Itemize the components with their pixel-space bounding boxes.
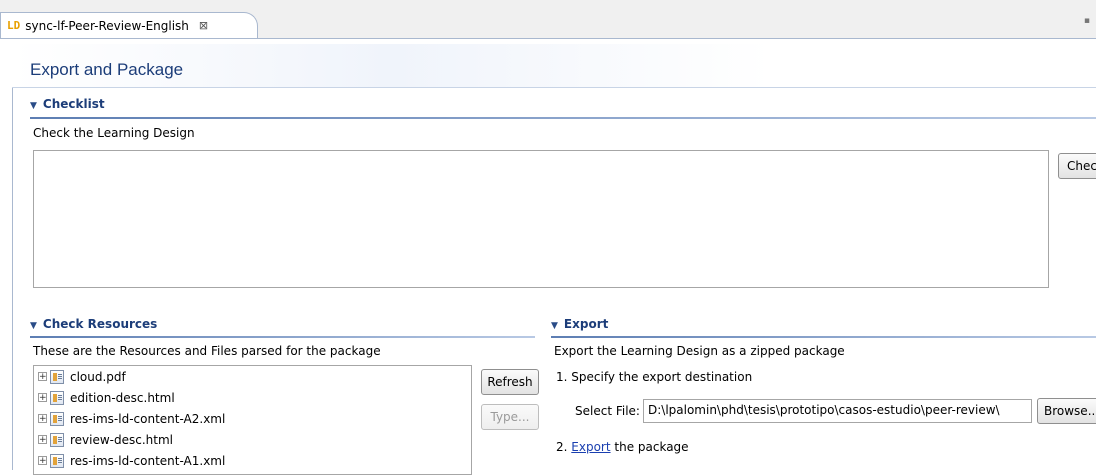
export-header-label: Export [563,317,609,331]
collapse-triangle-icon[interactable]: ▼ [30,101,37,111]
checklist-header-underline [30,117,1096,119]
checklist-description: Check the Learning Design [33,126,195,140]
resources-header-label: Check Resources [42,317,158,331]
file-icon [50,369,64,384]
checklist-section-header[interactable]: ▼ Checklist [30,97,105,111]
export-section-header[interactable]: ▼ Export [551,317,608,331]
expand-icon[interactable]: + [38,435,47,445]
check-button[interactable]: Chec [1058,153,1096,179]
tree-item-label: cloud.pdf [70,369,126,384]
select-file-label: Select File: [575,404,640,418]
editor-tab-bar: LD sync-lf-Peer-Review-English ⊠ ▪ [0,0,1096,39]
tree-item-label: review-desc.html [70,432,174,447]
tree-item-label: res-ims-ld-content-A2.xml [70,411,226,426]
tree-item-label: edition-desc.html [70,390,175,405]
type-button[interactable]: Type... [481,404,539,430]
expand-icon[interactable]: + [38,414,47,424]
page-title: Export and Package [30,60,184,79]
export-header-underline [551,336,1096,338]
checklist-header-label: Checklist [42,97,105,111]
file-icon [50,390,64,405]
export-step-1: 1. Specify the export destination [556,370,753,384]
step-2-text: the package [614,440,689,454]
file-icon [50,453,64,468]
resources-description: These are the Resources and Files parsed… [33,344,381,358]
tree-item[interactable]: + res-ims-ld-content-A2.xml [34,408,471,429]
export-description: Export the Learning Design as a zipped p… [554,344,845,358]
tree-item[interactable]: + cloud.pdf [34,366,471,387]
tree-item[interactable]: + edition-desc.html [34,387,471,408]
tree-item[interactable]: + res-ims-ld-content-A1.xml [34,450,471,471]
browse-button[interactable]: Browse... [1037,398,1096,424]
close-icon[interactable]: ⊠ [199,19,208,32]
form-left-border [12,44,13,470]
resources-tree[interactable]: + cloud.pdf + edition-desc.html + res-im… [33,365,472,475]
expand-icon[interactable]: + [38,456,47,466]
tree-item-label: res-ims-ld-content-A1.xml [70,453,226,468]
file-icon [50,432,64,447]
export-path-field[interactable]: D:\lpalomin\phd\tesis\prototipo\casos-es… [643,399,1032,423]
tab-title: sync-lf-Peer-Review-English [25,18,189,33]
step-2-number: 2. [556,440,568,454]
export-step-2: 2. Export the package [556,440,689,454]
expand-icon[interactable]: + [38,372,47,382]
collapse-triangle-icon[interactable]: ▼ [551,321,558,331]
resources-header-underline [30,336,535,338]
minimize-icon[interactable]: ▪ [1084,16,1090,26]
form-title-bar: Export and Package [12,44,1096,88]
file-icon [50,411,64,426]
expand-icon[interactable]: + [38,393,47,403]
refresh-button[interactable]: Refresh [481,369,539,395]
learning-design-icon: LD [7,19,21,32]
resources-section-header[interactable]: ▼ Check Resources [30,317,157,331]
tree-item[interactable]: + review-desc.html [34,429,471,450]
checklist-results-area[interactable] [33,150,1049,288]
collapse-triangle-icon[interactable]: ▼ [30,321,37,331]
export-link[interactable]: Export [571,440,610,454]
editor-tab[interactable]: LD sync-lf-Peer-Review-English ⊠ [0,12,258,38]
